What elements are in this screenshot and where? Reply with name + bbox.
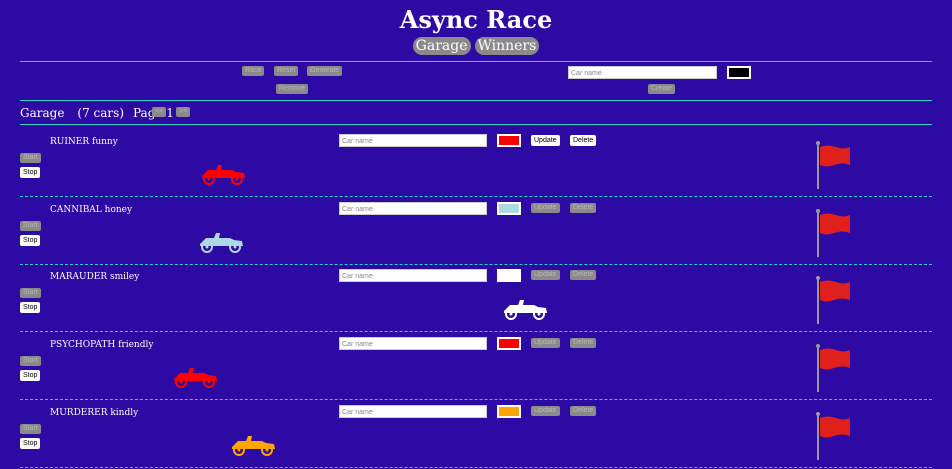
remove-button[interactable]: Remove [276, 84, 309, 94]
race-button[interactable]: Race [242, 66, 265, 76]
car-icon [500, 296, 550, 320]
divider [20, 100, 932, 101]
finish-flag-icon [816, 344, 856, 392]
car-icon [198, 161, 248, 185]
update-color-picker[interactable] [497, 405, 521, 418]
stop-engine-button[interactable]: Stop [20, 302, 41, 313]
update-button[interactable]: Update [531, 338, 560, 348]
update-car-name-input[interactable]: Car name [339, 134, 487, 147]
car-name: CANNIBAL honey [50, 205, 133, 215]
garage-header: Garage (7 cars) Page 1 [20, 106, 174, 120]
garage-label: Garage [20, 106, 65, 120]
reset-button[interactable]: Reset [274, 66, 299, 76]
update-color-picker[interactable] [497, 337, 521, 350]
delete-button[interactable]: Delete [570, 270, 597, 280]
start-engine-button[interactable]: Start [20, 288, 41, 298]
track-divider [20, 264, 932, 265]
delete-button[interactable]: Delete [570, 338, 597, 348]
car-icon [228, 432, 278, 456]
update-car-name-input[interactable]: Car name [339, 405, 487, 418]
track-divider [20, 467, 932, 468]
track-divider [20, 196, 932, 197]
stop-engine-button[interactable]: Stop [20, 438, 41, 449]
main-nav: Garage Winners [0, 37, 952, 55]
stop-engine-button[interactable]: Stop [20, 235, 41, 246]
create-car-name-input[interactable]: Car name [568, 66, 717, 79]
divider [20, 61, 932, 62]
update-button[interactable]: Update [531, 135, 560, 146]
update-car-name-input[interactable]: Car name [339, 337, 487, 350]
finish-flag-icon [816, 276, 856, 324]
stop-engine-button[interactable]: Stop [20, 167, 41, 178]
prev-page-button[interactable]: << [152, 107, 167, 117]
create-color-picker[interactable] [727, 66, 751, 79]
update-color-picker[interactable] [497, 202, 521, 215]
update-button[interactable]: Update [531, 406, 560, 416]
garage-nav-button[interactable]: Garage [412, 37, 471, 55]
start-engine-button[interactable]: Start [20, 424, 41, 434]
car-name: MARAUDER smiley [50, 272, 140, 282]
create-button[interactable]: Create [648, 84, 676, 94]
car-icon [170, 364, 220, 388]
track-divider [20, 331, 932, 332]
finish-flag-icon [816, 141, 856, 189]
start-engine-button[interactable]: Start [20, 356, 41, 366]
stop-engine-button[interactable]: Stop [20, 370, 41, 381]
update-car-name-input[interactable]: Car name [339, 269, 487, 282]
app-title: Async Race [399, 5, 553, 34]
track-divider [20, 399, 932, 400]
update-button[interactable]: Update [531, 203, 560, 213]
winners-nav-button[interactable]: Winners [474, 37, 540, 55]
start-engine-button[interactable]: Start [20, 153, 41, 163]
next-page-button[interactable]: >> [176, 107, 191, 117]
divider [20, 124, 932, 125]
update-car-name-input[interactable]: Car name [339, 202, 487, 215]
car-name: MURDERER kindly [50, 408, 139, 418]
generate-button[interactable]: Generate [307, 66, 343, 76]
car-icon [196, 229, 246, 253]
update-color-picker[interactable] [497, 134, 521, 147]
car-name: PSYCHOPATH friendly [50, 340, 154, 350]
car-count: (7 cars) [77, 106, 125, 120]
delete-button[interactable]: Delete [570, 406, 597, 416]
update-color-picker[interactable] [497, 269, 521, 282]
update-button[interactable]: Update [531, 270, 560, 280]
finish-flag-icon [816, 412, 856, 460]
finish-flag-icon [816, 209, 856, 257]
car-name: RUINER funny [50, 137, 118, 147]
delete-button[interactable]: Delete [570, 135, 597, 146]
delete-button[interactable]: Delete [570, 203, 597, 213]
start-engine-button[interactable]: Start [20, 221, 41, 231]
